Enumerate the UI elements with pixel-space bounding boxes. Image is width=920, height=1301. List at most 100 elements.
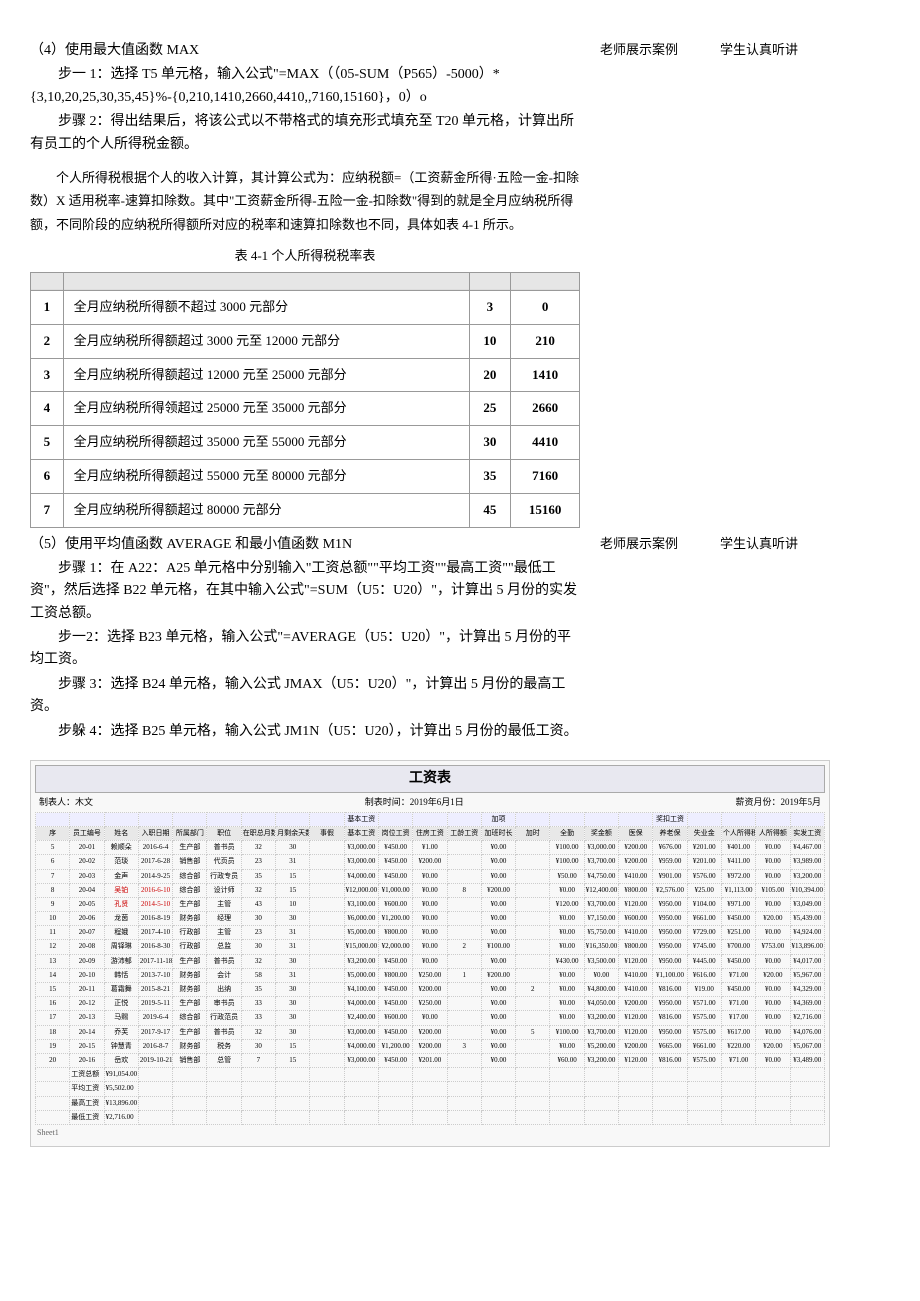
ss-cell: ¥410.00 (619, 926, 653, 940)
ss-cell: 葛霜舞 (104, 983, 138, 997)
ss-cell: 普书员 (207, 954, 241, 968)
ss-title: 工资表 (35, 765, 825, 793)
tax-header-row (31, 272, 580, 290)
ss-cell: 33 (241, 997, 275, 1011)
ss-cell: 2019-10-21 (138, 1053, 172, 1067)
ss-cell (516, 940, 550, 954)
tax-rate: 20 (483, 367, 496, 382)
ss-cell: ¥600.00 (619, 912, 653, 926)
ss-summary: 工资总额¥91,054.00平均工资¥5,502.00最高工资¥13,896.0… (36, 1068, 825, 1125)
ss-cell: ¥20.00 (756, 912, 790, 926)
ss-cell: 生产部 (173, 954, 207, 968)
ss-cell: ¥3,489.00 (790, 1053, 824, 1067)
ss-cell: ¥0.00 (756, 841, 790, 855)
ss-cell: ¥2,400.00 (344, 1011, 378, 1025)
ss-cell: 6 (36, 855, 70, 869)
ss-cell: 9 (36, 897, 70, 911)
ss-cell: ¥729.00 (687, 926, 721, 940)
ss-cell: ¥5,750.00 (584, 926, 618, 940)
ss-data-row: 1520-11葛霜舞2015-8-21财务部出纳3530¥4,100.00¥45… (36, 983, 825, 997)
ss-header-cell: 养老保 (653, 826, 687, 840)
ss-cell: ¥120.00 (619, 1011, 653, 1025)
ss-cell: 32 (241, 883, 275, 897)
ss-cell: 2016-8-30 (138, 940, 172, 954)
ss-cell (516, 1053, 550, 1067)
ss-cell: ¥450.00 (378, 997, 412, 1011)
tax-no: 2 (44, 333, 51, 348)
tax-rate: 45 (483, 502, 496, 517)
ss-cell: 1 (447, 968, 481, 982)
ss-cell: ¥445.00 (687, 954, 721, 968)
ss-cell: 31 (276, 926, 310, 940)
ss-summary-value: ¥5,502.00 (104, 1082, 138, 1096)
ss-cell: ¥200.00 (619, 855, 653, 869)
ss-cell: ¥0.00 (481, 926, 515, 940)
tax-no: 1 (44, 299, 51, 314)
ss-cell: ¥71.00 (721, 968, 755, 982)
ss-cell: ¥0.00 (756, 855, 790, 869)
ss-cell: ¥0.00 (550, 1039, 584, 1053)
tax-rate: 25 (483, 400, 496, 415)
ss-cell: 32 (241, 1025, 275, 1039)
ss-cell: ¥411.00 (721, 855, 755, 869)
ss-cell: ¥120.00 (619, 954, 653, 968)
ss-cell: ¥7,150.00 (584, 912, 618, 926)
ss-group-header-cell (104, 812, 138, 826)
ss-cell: 生产部 (173, 841, 207, 855)
section-5-row: （5）使用平均值函数 AVERAGE 和最小值函数 M1N 步骤 1：在 A22… (30, 534, 890, 746)
ss-cell (447, 841, 481, 855)
ss-cell: ¥71.00 (721, 997, 755, 1011)
ss-cell: ¥17.00 (721, 1011, 755, 1025)
ss-cell: ¥20.00 (756, 968, 790, 982)
ss-data-row: 2020-16岳欢2019-10-21销售部总管715¥3,000.00¥450… (36, 1053, 825, 1067)
ss-cell: ¥220.00 (721, 1039, 755, 1053)
ss-cell (447, 897, 481, 911)
ss-cell: ¥0.00 (756, 997, 790, 1011)
ss-cell: ¥120.00 (550, 897, 584, 911)
ss-cell: ¥816.00 (653, 1053, 687, 1067)
ss-cell: 15 (276, 869, 310, 883)
ss-cell: ¥0.00 (584, 968, 618, 982)
ss-cell: 2014-9-25 (138, 869, 172, 883)
ss-cell: ¥3,000.00 (344, 1025, 378, 1039)
ss-cell: 32 (241, 954, 275, 968)
tax-rate: 10 (483, 333, 496, 348)
ss-cell: ¥753.00 (756, 940, 790, 954)
ss-cell: 2016-8-7 (138, 1039, 172, 1053)
ss-cell: ¥410.00 (619, 869, 653, 883)
ss-cell: ¥410.00 (619, 983, 653, 997)
ss-cell (516, 997, 550, 1011)
ss-cell: 19 (36, 1039, 70, 1053)
ss-cell: 孔贤 (104, 897, 138, 911)
ss-cell: 58 (241, 968, 275, 982)
ss-cell: ¥972.00 (721, 869, 755, 883)
ss-header-cell: 职位 (207, 826, 241, 840)
ss-cell: 正悦 (104, 997, 138, 1011)
ss-cell: 周铎琳 (104, 940, 138, 954)
ss-cell: ¥3,000.00 (344, 841, 378, 855)
ss-cell: ¥1,000.00 (378, 883, 412, 897)
ss-cell: 2017-9-17 (138, 1025, 172, 1039)
ss-group-header-cell (36, 812, 70, 826)
ss-cell: ¥250.00 (413, 968, 447, 982)
ss-cell: ¥0.00 (756, 1011, 790, 1025)
ss-cell: 2017-11-18 (138, 954, 172, 968)
ss-cell: ¥5,000.00 (344, 926, 378, 940)
ss-group-header-cell (413, 812, 447, 826)
tax-no: 7 (44, 502, 51, 517)
s5-title: （5）使用平均值函数 AVERAGE 和最小值函数 M1N (30, 534, 580, 556)
ss-cell (310, 841, 344, 855)
ss-cell: 20-06 (70, 912, 104, 926)
ss-cell: ¥6,000.00 (344, 912, 378, 926)
ss-group-header-cell (516, 812, 550, 826)
ss-cell: ¥3,500.00 (584, 954, 618, 968)
ss-data-row: 1620-12正悦2019-5-11生产部审书员3330¥4,000.00¥45… (36, 997, 825, 1011)
ss-cell: ¥0.00 (481, 1053, 515, 1067)
ss-group-header-cell (207, 812, 241, 826)
ss-cell: 8 (36, 883, 70, 897)
ss-cell: ¥120.00 (619, 1025, 653, 1039)
ss-header-cell: 个人所得税 (721, 826, 755, 840)
ss-cell (447, 983, 481, 997)
ss-cell (516, 883, 550, 897)
ss-cell: ¥816.00 (653, 1011, 687, 1025)
